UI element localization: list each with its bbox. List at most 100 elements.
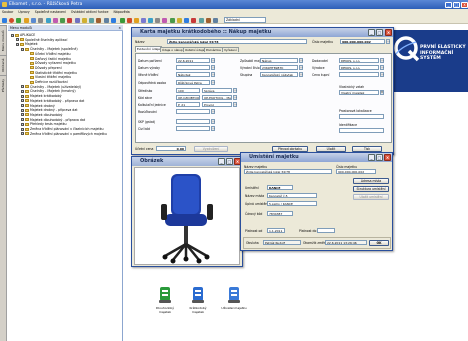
mid-field-value[interactable]: Nákup <box>260 58 298 63</box>
desktop-shortcut[interactable]: Dlouhodobý majetek <box>150 287 180 321</box>
lookup-button[interactable]: … <box>211 58 215 63</box>
ulozit-umisteni-button[interactable]: Uložit umístění <box>353 194 389 200</box>
expand-icon[interactable]: − <box>21 118 24 122</box>
platnost-do-field[interactable] <box>317 228 335 233</box>
lookup-button[interactable]: … <box>380 72 384 77</box>
identifikace-field[interactable] <box>339 128 384 133</box>
expand-icon[interactable]: − <box>21 127 24 131</box>
left-field-value[interactable] <box>176 65 210 70</box>
tool-icon[interactable] <box>127 17 132 23</box>
menu-upravy[interactable]: Úpravy <box>18 10 29 14</box>
number-lookup-button[interactable]: … <box>386 39 390 44</box>
lookup-button[interactable]: … <box>380 58 384 63</box>
vyzdvizeni-button[interactable]: Vyzdvižení <box>194 146 228 152</box>
umisteni-field-value[interactable]: 5.patro / KANCE <box>267 201 317 206</box>
maximize-icon[interactable]: □ <box>376 154 383 161</box>
lookup-button[interactable]: … <box>233 95 237 100</box>
ucetni-cena-field[interactable]: 0,00 <box>156 146 186 151</box>
print-icon[interactable] <box>38 17 43 23</box>
expand-icon[interactable]: − <box>21 108 24 112</box>
left-field-value[interactable] <box>176 109 210 114</box>
menu-spolecne-nastaveni[interactable]: Společné nastavení <box>35 10 66 14</box>
left-field-value[interactable] <box>176 119 210 124</box>
expand-icon[interactable]: − <box>21 132 24 136</box>
struktura-umisteni-button[interactable]: Struktura umístění <box>353 186 389 192</box>
desktop-shortcut[interactable]: Krátkodobý majetek <box>183 287 213 321</box>
cislo-majetku-field[interactable]: 900-000-000-002 <box>336 169 376 174</box>
tool-icon[interactable] <box>148 17 153 23</box>
left-field-extra[interactable]: OP-EKOTOOL - Malá <box>202 95 232 100</box>
umisteni-field-value[interactable]: 7834387 <box>267 211 293 216</box>
minimize-icon[interactable]: _ <box>368 29 375 36</box>
right-field-value[interactable]: DEKOS, s.r.o. <box>339 58 379 63</box>
vtab-menu-modulu[interactable]: Menu modulů <box>0 25 7 55</box>
right-field-value[interactable] <box>339 72 379 77</box>
expand-icon[interactable]: − <box>21 47 24 51</box>
layout-combo[interactable]: Základní <box>224 17 266 23</box>
expand-icon[interactable]: − <box>21 99 24 103</box>
adresa-mista-button[interactable]: Adresa místa <box>353 178 389 184</box>
vtab-prehledy[interactable]: Přehledy <box>0 75 7 95</box>
back-icon[interactable] <box>2 17 7 23</box>
expand-icon[interactable]: − <box>16 38 19 42</box>
lookup-button[interactable]: … <box>299 65 303 70</box>
umisteni-field-value[interactable]: 1.1.2011 <box>267 228 285 233</box>
left-field-value[interactable] <box>176 126 210 131</box>
add-icon[interactable] <box>60 17 65 23</box>
import-icon[interactable] <box>96 17 101 23</box>
tab-poznamka[interactable]: Poznámka <box>204 47 223 52</box>
mid-field-value[interactable]: Kancelářský nábytek <box>260 72 298 77</box>
lookup-button[interactable]: … <box>211 72 215 77</box>
maximize-button[interactable]: □ <box>453 1 460 8</box>
tool-icon[interactable] <box>120 17 125 23</box>
stop-icon[interactable] <box>9 17 14 23</box>
vlastnicky-vztah-dropdown[interactable]: ▾ <box>380 90 384 95</box>
menu-ovladani[interactable]: Ovládání aktivní funkce <box>71 10 109 14</box>
mid-field-value[interactable]: 2369HT8987K <box>260 65 298 70</box>
tree-item[interactable]: − Změna třídění plánování v paměťových ma… <box>21 132 107 137</box>
lookup-button[interactable]: … <box>380 65 384 70</box>
left-field-value[interactable]: 22.6.2011 <box>176 58 210 63</box>
lookup-button[interactable]: … <box>211 126 215 131</box>
expand-icon[interactable]: − <box>21 89 24 93</box>
lookup-button[interactable]: … <box>211 65 215 70</box>
left-field-extra[interactable]: Provoz <box>202 102 232 107</box>
left-field-value[interactable]: Nábytek <box>176 72 210 77</box>
tool-icon[interactable] <box>141 17 146 23</box>
tool-icon[interactable] <box>213 17 218 23</box>
number-field[interactable]: 900-000-000-002 <box>340 39 385 44</box>
tool-icon[interactable] <box>199 17 204 23</box>
save-icon[interactable] <box>31 17 36 23</box>
tab-vyrazeni[interactable]: Vyřazení <box>222 47 239 52</box>
tab-ostatni-udaje[interactable]: Ostatní údaje <box>183 47 207 52</box>
left-field-value[interactable]: P_21 <box>176 102 200 107</box>
menu-napoveda[interactable]: Nápověda <box>114 10 130 14</box>
expand-icon[interactable]: − <box>21 94 24 98</box>
tool-icon[interactable] <box>191 17 196 23</box>
left-field-value[interactable]: Růžičková Petra <box>176 80 210 85</box>
edit-icon[interactable] <box>75 17 80 23</box>
settings-icon[interactable] <box>104 17 109 23</box>
expand-icon[interactable]: − <box>21 85 24 89</box>
folder-icon[interactable] <box>24 17 29 23</box>
maximize-icon[interactable]: □ <box>226 158 233 165</box>
tab-evidencni-udaje[interactable]: Evidenční údaje <box>135 46 162 52</box>
lookup-button[interactable]: … <box>233 88 237 93</box>
left-field-value[interactable]: 100 <box>176 88 200 93</box>
delete-icon[interactable] <box>67 17 72 23</box>
vlastnicky-vztah-field[interactable]: Vlastní majetek <box>339 90 379 95</box>
expand-icon[interactable]: − <box>21 113 24 117</box>
lookup-button[interactable]: … <box>211 109 215 114</box>
close-icon[interactable]: × <box>384 154 391 161</box>
minimize-button[interactable]: _ <box>445 1 452 8</box>
lookup-button[interactable]: … <box>299 72 303 77</box>
menu-soubor[interactable]: Soubor <box>2 10 13 14</box>
expand-icon[interactable]: − <box>16 42 19 46</box>
lookup-button[interactable]: … <box>211 119 215 124</box>
minimize-icon[interactable]: _ <box>368 154 375 161</box>
tool-icon[interactable] <box>184 17 189 23</box>
search-icon[interactable] <box>82 17 87 23</box>
name-field[interactable]: Židle kancelářská lokal 34/78 <box>167 39 307 44</box>
left-field-value[interactable]: OP-CZJOBTOOL <box>176 95 200 100</box>
tool-icon[interactable] <box>134 17 139 23</box>
